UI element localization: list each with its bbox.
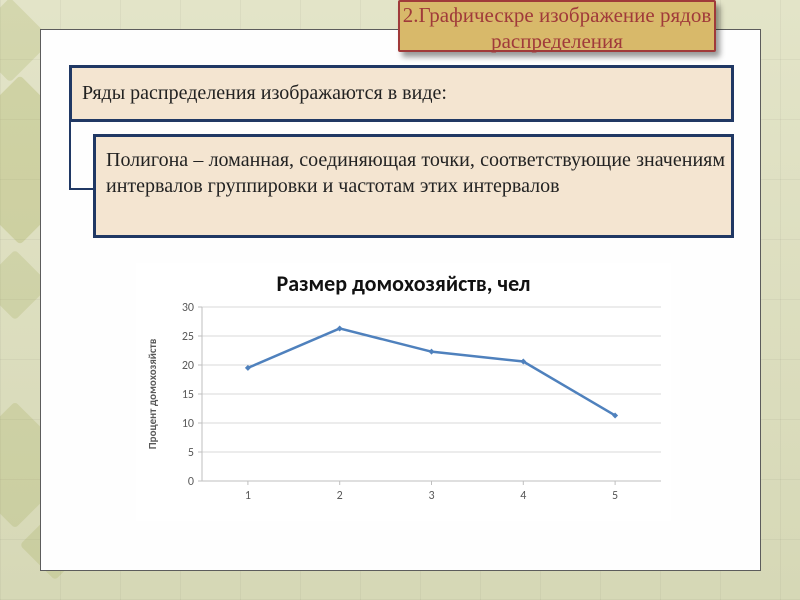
chart-title: Размер домохозяйств, чел	[136, 270, 671, 297]
slide-background: Ряды распределения изображаются в виде: …	[0, 0, 800, 600]
x-tick-label: 4	[520, 489, 526, 503]
x-tick-label: 2	[337, 489, 343, 503]
y-tick-label: 15	[182, 388, 194, 402]
y-tick-label: 10	[182, 417, 194, 431]
x-tick-label: 3	[428, 489, 434, 503]
y-tick-label: 5	[188, 446, 194, 460]
data-marker	[429, 349, 435, 355]
y-tick-label: 30	[182, 301, 194, 315]
y-tick-label: 0	[188, 475, 194, 489]
definition-box: Полигона – ломанная, соединяющая точки, …	[93, 134, 734, 238]
heading-text: 2.Графическре изображение рядов распреде…	[403, 3, 712, 53]
chart-svg: 0 5 10 15 20 25 30 1 2 3 4 5 Процент домохозяйств	[136, 301, 671, 521]
y-axis-label: Процент домохозяйств	[146, 338, 159, 449]
content-card: Ряды распределения изображаются в виде: …	[40, 29, 761, 571]
y-tick-label: 20	[182, 359, 194, 373]
intro-box: Ряды распределения изображаются в виде:	[69, 65, 734, 122]
chart-container: Размер домохозяйств, чел 0 5 10 15 20 25 30 1 2 3…	[136, 263, 671, 521]
definition-text: Полигона – ломанная, соединяющая точки, …	[106, 149, 725, 197]
data-line	[248, 328, 615, 415]
y-tick-label: 25	[182, 330, 194, 344]
intro-text: Ряды распределения изображаются в виде:	[82, 82, 447, 104]
x-tick-label: 5	[612, 489, 618, 503]
heading-banner: 2.Графическре изображение рядов распреде…	[398, 0, 716, 52]
x-tick-label: 1	[245, 489, 251, 503]
